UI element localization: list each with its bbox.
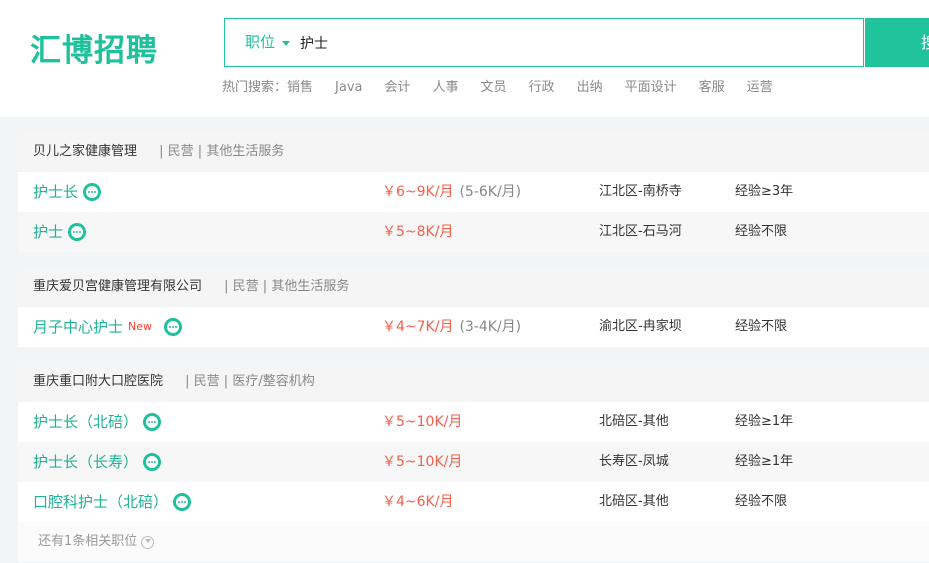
chat-icon[interactable] xyxy=(143,453,162,471)
hot-search-item[interactable]: Java xyxy=(335,79,362,97)
more-jobs-link[interactable]: 还有1条相关职位 xyxy=(18,522,929,562)
job-title[interactable]: 护士 xyxy=(33,212,63,252)
salary-range: ￥5~10K/月 xyxy=(382,414,463,430)
company-meta: | 民营 | 其他生活服务 xyxy=(224,279,350,294)
search-button[interactable]: 搜索 xyxy=(865,18,929,67)
job-title[interactable]: 口腔科护士（北碚） xyxy=(33,482,168,522)
hot-search-item[interactable]: 行政 xyxy=(529,79,555,97)
company-header: 贝儿之家健康管理 | 民营 | 其他生活服务 xyxy=(18,132,929,172)
company-header: 重庆爱贝宫健康管理有限公司 | 民营 | 其他生活服务 xyxy=(18,267,929,307)
salary-range: ￥6~9K/月 xyxy=(382,184,454,200)
job-row[interactable]: 护士长 ￥6~9K/月 (5-6K/月) 江北区-南桥寺 经验≥3年 xyxy=(18,172,929,212)
salary-sub: (3-4K/月) xyxy=(459,319,522,335)
company-name[interactable]: 贝儿之家健康管理 xyxy=(33,144,137,159)
salary-range: ￥5~10K/月 xyxy=(382,454,463,470)
site-logo[interactable]: 汇博招聘 xyxy=(30,31,158,71)
hot-search-label: 热门搜索： xyxy=(222,80,288,95)
job-row[interactable]: 护士长（长寿） ￥5~10K/月 长寿区-凤城 经验≥1年 xyxy=(18,442,929,482)
company-card: 重庆爱贝宫健康管理有限公司 | 民营 | 其他生活服务 月子中心护士 New ￥… xyxy=(18,267,929,347)
hot-search-item[interactable]: 人事 xyxy=(433,79,459,97)
search-box: 职位 xyxy=(224,18,864,67)
hot-search-item[interactable]: 会计 xyxy=(385,79,411,97)
hot-search-item[interactable]: 出纳 xyxy=(577,79,603,97)
company-name[interactable]: 重庆重口附大口腔医院 xyxy=(33,374,163,389)
new-badge: New xyxy=(128,320,153,333)
chat-icon[interactable] xyxy=(83,183,102,201)
company-name[interactable]: 重庆爱贝宫健康管理有限公司 xyxy=(33,279,202,294)
job-row[interactable]: 月子中心护士 New ￥4~7K/月 (3-4K/月) 渝北区-冉家坝 经验不限 xyxy=(18,307,929,347)
job-location: 江北区-南桥寺 xyxy=(599,184,682,199)
expand-down-icon xyxy=(141,535,155,549)
job-salary: ￥5~10K/月 xyxy=(382,402,462,442)
salary-range: ￥5~8K/月 xyxy=(382,224,454,240)
job-row[interactable]: 口腔科护士（北碚） ￥4~6K/月 北碚区-其他 经验不限 xyxy=(18,482,929,522)
hot-search-item[interactable]: 运营 xyxy=(747,79,773,97)
job-experience: 经验≥3年 xyxy=(735,184,794,199)
job-title[interactable]: 护士长（长寿） xyxy=(33,442,138,482)
job-experience: 经验不限 xyxy=(735,319,788,334)
job-salary: ￥6~9K/月 (5-6K/月) xyxy=(382,172,521,212)
salary-range: ￥4~7K/月 xyxy=(382,319,454,335)
company-header: 重庆重口附大口腔医院 | 民营 | 医疗/整容机构 xyxy=(18,362,929,402)
search-input[interactable] xyxy=(300,19,840,66)
job-experience: 经验不限 xyxy=(735,224,788,239)
job-salary: ￥5~8K/月 xyxy=(382,212,453,252)
job-experience: 经验≥1年 xyxy=(735,414,794,429)
job-experience: 经验不限 xyxy=(735,494,788,509)
job-location: 渝北区-冉家坝 xyxy=(599,319,682,334)
hot-search-bar: 热门搜索： 销售 Java 会计 人事 文员 行政 出纳 平面设计 客服 运营 xyxy=(222,79,773,97)
job-title[interactable]: 护士长（北碚） xyxy=(33,402,138,442)
salary-range: ￥4~6K/月 xyxy=(382,494,454,510)
site-header: 汇博招聘 职位 搜索 热门搜索： 销售 Java 会计 人事 文员 行政 出纳 … xyxy=(0,0,929,117)
more-jobs-label: 还有1条相关职位 xyxy=(38,534,138,549)
chat-icon[interactable] xyxy=(143,413,162,431)
search-type-dropdown[interactable]: 职位 xyxy=(245,19,291,66)
job-title[interactable]: 月子中心护士 xyxy=(33,307,123,347)
search-type-label: 职位 xyxy=(245,33,276,51)
chat-icon[interactable] xyxy=(68,223,87,241)
job-location: 北碚区-其他 xyxy=(599,414,669,429)
hot-search-item[interactable]: 平面设计 xyxy=(625,79,677,97)
hot-search-item[interactable]: 文员 xyxy=(481,79,507,97)
salary-sub: (5-6K/月) xyxy=(459,184,522,200)
job-location: 北碚区-其他 xyxy=(599,494,669,509)
job-location: 江北区-石马河 xyxy=(599,224,682,239)
company-card: 重庆重口附大口腔医院 | 民营 | 医疗/整容机构 护士长（北碚） ￥5~10K… xyxy=(18,362,929,562)
job-salary: ￥4~7K/月 (3-4K/月) xyxy=(382,307,521,347)
job-salary: ￥5~10K/月 xyxy=(382,442,462,482)
hot-search-item[interactable]: 销售 xyxy=(287,79,313,97)
job-row[interactable]: 护士长（北碚） ￥5~10K/月 北碚区-其他 经验≥1年 xyxy=(18,402,929,442)
company-meta: | 民营 | 医疗/整容机构 xyxy=(185,374,315,389)
hot-search-item[interactable]: 客服 xyxy=(699,79,725,97)
job-salary: ￥4~6K/月 xyxy=(382,482,453,522)
company-card: 贝儿之家健康管理 | 民营 | 其他生活服务 护士长 ￥6~9K/月 (5-6K/… xyxy=(18,132,929,252)
job-experience: 经验≥1年 xyxy=(735,454,794,469)
chat-icon[interactable] xyxy=(173,493,192,511)
chevron-down-icon xyxy=(282,41,291,46)
job-row[interactable]: 护士 ￥5~8K/月 江北区-石马河 经验不限 xyxy=(18,212,929,252)
chat-icon[interactable] xyxy=(164,318,183,336)
job-title[interactable]: 护士长 xyxy=(33,172,78,212)
job-location: 长寿区-凤城 xyxy=(599,454,669,469)
company-meta: | 民营 | 其他生活服务 xyxy=(159,144,285,159)
